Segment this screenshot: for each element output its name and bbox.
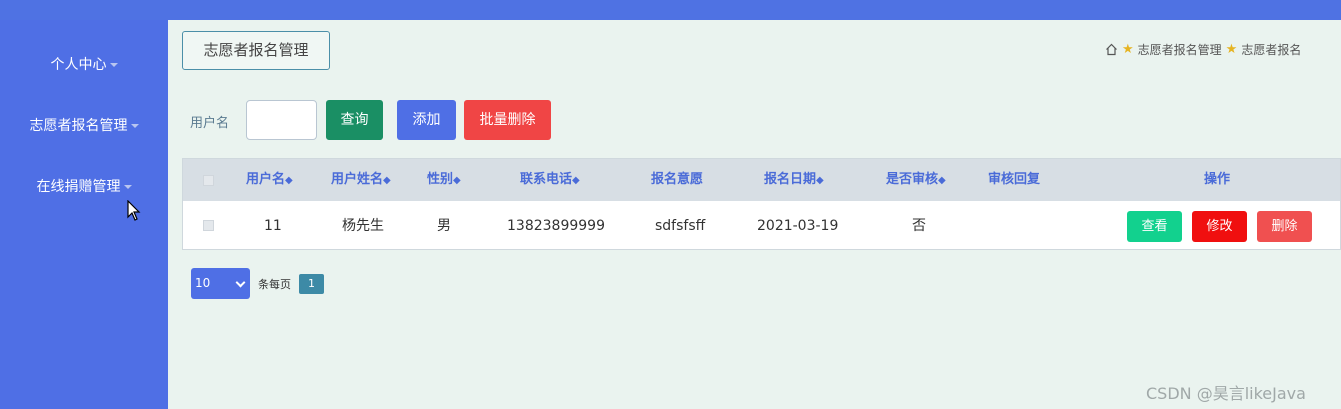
sidebar-item-volunteer-registration[interactable]: 志愿者报名管理 [0,115,168,135]
sort-icon: ◆ [453,175,461,186]
caret-down-icon [130,124,139,128]
home-icon[interactable] [1105,43,1118,56]
table-header: 用户名◆ 用户姓名◆ 性别◆ 联系电话◆ 报名意愿 报名日期◆ 是否审核◆ 审核… [183,159,1340,201]
breadcrumb-item[interactable]: 志愿者报名管理 [1138,41,1222,58]
page-title: 志愿者报名管理 [182,31,330,70]
sidebar-item-label: 个人中心 [50,57,107,73]
username-label: 用户名 [190,116,230,131]
main-content: 志愿者报名管理 ★ 志愿者报名管理 ★ 志愿者报名 用户名 查询 添加 批量删除… [168,20,1341,409]
cell-reviewed: 否 [912,218,926,234]
page-number-button[interactable]: 1 [299,273,324,294]
cell-username: 11 [264,218,282,234]
sort-icon: ◆ [285,175,293,186]
sort-icon: ◆ [383,175,391,186]
column-header-username[interactable]: 用户名◆ [246,159,293,201]
username-search-input[interactable] [246,100,317,140]
sidebar-item-online-donation[interactable]: 在线捐赠管理 [0,176,168,196]
column-header-gender[interactable]: 性别◆ [427,159,461,201]
column-header-actions: 操作 [1204,172,1231,187]
query-button[interactable]: 查询 [326,100,383,140]
sidebar: 个人中心 志愿者报名管理 在线捐赠管理 [0,20,168,409]
delete-button[interactable]: 删除 [1257,211,1312,242]
cell-intention: sdfsfsff [655,218,706,234]
chevron-down-icon [235,277,246,288]
sidebar-item-label: 志愿者报名管理 [29,118,128,134]
cell-gender: 男 [437,218,451,234]
sidebar-item-personal-center[interactable]: 个人中心 [0,54,168,74]
caret-down-icon [123,185,132,189]
view-button[interactable]: 查看 [1127,211,1182,242]
star-icon: ★ [1225,41,1238,57]
watermark: CSDN @昊言likeJava [1146,384,1306,403]
select-all-checkbox[interactable] [203,175,214,186]
batch-delete-button[interactable]: 批量删除 [464,100,551,140]
add-button[interactable]: 添加 [397,100,456,140]
sort-icon: ◆ [572,175,580,186]
edit-button[interactable]: 修改 [1192,211,1247,242]
sort-icon: ◆ [816,175,824,186]
column-header-intention: 报名意愿 [651,172,704,187]
cell-date: 2021-03-19 [757,218,839,234]
column-header-date[interactable]: 报名日期◆ [764,159,824,201]
breadcrumb-item[interactable]: 志愿者报名 [1241,41,1301,58]
sidebar-item-label: 在线捐赠管理 [36,179,121,195]
mouse-cursor-icon [127,200,141,221]
row-checkbox[interactable] [203,220,214,231]
page-size-value: 10 [195,276,211,290]
cell-name: 杨先生 [342,218,384,234]
per-page-label: 条每页 [258,277,291,291]
data-table: 用户名◆ 用户姓名◆ 性别◆ 联系电话◆ 报名意愿 报名日期◆ 是否审核◆ 审核… [182,158,1341,250]
breadcrumb: ★ 志愿者报名管理 ★ 志愿者报名 [1105,40,1301,58]
cell-phone: 13823899999 [507,218,605,234]
star-icon: ★ [1122,41,1134,57]
top-bar [0,0,1341,20]
column-header-name[interactable]: 用户姓名◆ [331,159,391,201]
sort-icon: ◆ [938,175,946,186]
pagination: 10 条每页 1 [191,268,324,299]
column-header-phone[interactable]: 联系电话◆ [520,159,580,201]
caret-down-icon [109,63,118,67]
column-header-reply: 审核回复 [988,172,1041,187]
page-size-select[interactable]: 10 [191,268,250,299]
column-header-reviewed[interactable]: 是否审核◆ [886,159,946,201]
